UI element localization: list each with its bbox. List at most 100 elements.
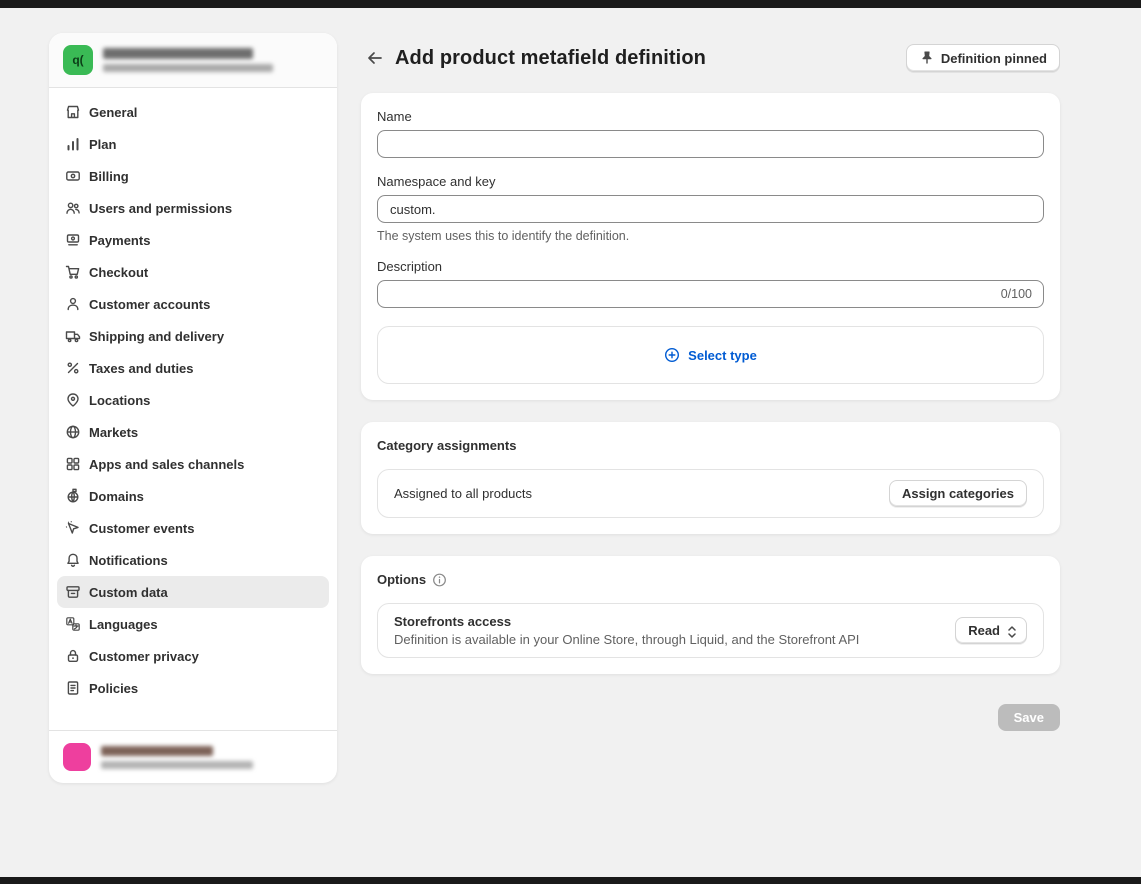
page-title: Add product metafield definition bbox=[395, 47, 706, 70]
cursor-icon bbox=[65, 520, 81, 536]
user-avatar bbox=[63, 743, 91, 771]
sidebar-item-label: Billing bbox=[89, 169, 129, 184]
store-icon bbox=[65, 104, 81, 120]
sidebar-item-plan[interactable]: Plan bbox=[57, 128, 329, 160]
namespace-field-group: Namespace and key The system uses this t… bbox=[377, 174, 1044, 243]
storefronts-access-row: Storefronts access Definition is availab… bbox=[377, 603, 1044, 658]
sidebar-item-apps-and-sales-channels[interactable]: Apps and sales channels bbox=[57, 448, 329, 480]
sidebar-item-customer-privacy[interactable]: Customer privacy bbox=[57, 640, 329, 672]
name-label: Name bbox=[377, 109, 1044, 124]
sidebar-item-checkout[interactable]: Checkout bbox=[57, 256, 329, 288]
category-assignments-heading: Category assignments bbox=[377, 438, 516, 453]
settings-sidebar: q( General Plan Billing Users and permis… bbox=[49, 33, 337, 783]
database-icon bbox=[65, 584, 81, 600]
sidebar-item-domains[interactable]: Domains bbox=[57, 480, 329, 512]
chart-bars-icon bbox=[65, 136, 81, 152]
sidebar-item-languages[interactable]: Languages bbox=[57, 608, 329, 640]
sidebar-item-markets[interactable]: Markets bbox=[57, 416, 329, 448]
store-header[interactable]: q( bbox=[49, 33, 337, 88]
page-header: Add product metafield definition Definit… bbox=[361, 40, 1060, 76]
namespace-label: Namespace and key bbox=[377, 174, 1044, 189]
banknote-icon bbox=[65, 168, 81, 184]
store-identity-redacted bbox=[103, 48, 273, 72]
sidebar-item-label: Policies bbox=[89, 681, 138, 696]
updown-chevron-icon bbox=[1006, 624, 1018, 638]
save-button[interactable]: Save bbox=[998, 704, 1060, 731]
lock-icon bbox=[65, 648, 81, 664]
sidebar-item-shipping-and-delivery[interactable]: Shipping and delivery bbox=[57, 320, 329, 352]
main-content: Add product metafield definition Definit… bbox=[361, 40, 1060, 731]
definition-form-card: Name Namespace and key The system uses t… bbox=[361, 93, 1060, 400]
document-icon bbox=[65, 680, 81, 696]
translate-icon bbox=[65, 616, 81, 632]
assign-categories-button[interactable]: Assign categories bbox=[889, 480, 1027, 507]
sidebar-item-custom-data[interactable]: Custom data bbox=[57, 576, 329, 608]
info-icon[interactable] bbox=[432, 572, 447, 587]
user-footer[interactable] bbox=[49, 730, 337, 783]
save-row: Save bbox=[361, 704, 1060, 731]
sidebar-item-general[interactable]: General bbox=[57, 96, 329, 128]
sidebar-item-label: Apps and sales channels bbox=[89, 457, 244, 472]
user-identity-redacted bbox=[101, 746, 253, 769]
plus-circle-icon bbox=[664, 347, 681, 364]
sidebar-item-payments[interactable]: Payments bbox=[57, 224, 329, 256]
back-arrow-icon bbox=[365, 48, 385, 68]
domain-globe-icon bbox=[65, 488, 81, 504]
sidebar-item-customer-events[interactable]: Customer events bbox=[57, 512, 329, 544]
globe-icon bbox=[65, 424, 81, 440]
back-button[interactable] bbox=[361, 44, 389, 72]
sidebar-item-label: Users and permissions bbox=[89, 201, 232, 216]
sidebar-item-taxes-and-duties[interactable]: Taxes and duties bbox=[57, 352, 329, 384]
pin-icon bbox=[919, 50, 935, 66]
storefront-access-value: Read bbox=[968, 623, 1000, 638]
namespace-help-text: The system uses this to identify the def… bbox=[377, 229, 1044, 243]
storefronts-access-title: Storefronts access bbox=[394, 614, 943, 629]
select-type-label: Select type bbox=[688, 348, 757, 363]
storefronts-access-description: Definition is available in your Online S… bbox=[394, 632, 943, 647]
store-url-redacted bbox=[103, 64, 273, 72]
sidebar-item-locations[interactable]: Locations bbox=[57, 384, 329, 416]
name-field-group: Name bbox=[377, 109, 1044, 158]
sidebar-item-label: Customer privacy bbox=[89, 649, 199, 664]
truck-icon bbox=[65, 328, 81, 344]
name-input[interactable] bbox=[377, 130, 1044, 158]
sidebar-item-billing[interactable]: Billing bbox=[57, 160, 329, 192]
namespace-input[interactable] bbox=[377, 195, 1044, 223]
definition-pinned-button[interactable]: Definition pinned bbox=[906, 44, 1060, 72]
select-type-button[interactable]: Select type bbox=[377, 326, 1044, 384]
cash-icon bbox=[65, 232, 81, 248]
users-icon bbox=[65, 200, 81, 216]
store-name-redacted bbox=[103, 48, 253, 59]
sidebar-item-label: Languages bbox=[89, 617, 158, 632]
assigned-to-text: Assigned to all products bbox=[394, 486, 877, 501]
person-icon bbox=[65, 296, 81, 312]
description-field-group: Description 0/100 bbox=[377, 259, 1044, 308]
sidebar-item-label: Locations bbox=[89, 393, 150, 408]
description-label: Description bbox=[377, 259, 1044, 274]
sidebar-item-label: Payments bbox=[89, 233, 150, 248]
percent-icon bbox=[65, 360, 81, 376]
definition-pinned-label: Definition pinned bbox=[941, 51, 1047, 66]
sidebar-item-label: Markets bbox=[89, 425, 138, 440]
description-input[interactable] bbox=[377, 280, 1044, 308]
bell-icon bbox=[65, 552, 81, 568]
sidebar-item-notifications[interactable]: Notifications bbox=[57, 544, 329, 576]
category-assignments-card: Category assignments Assigned to all pro… bbox=[361, 422, 1060, 534]
sidebar-item-customer-accounts[interactable]: Customer accounts bbox=[57, 288, 329, 320]
browser-chrome-top bbox=[0, 0, 1141, 8]
store-avatar: q( bbox=[63, 45, 93, 75]
sidebar-item-policies[interactable]: Policies bbox=[57, 672, 329, 704]
browser-chrome-bottom bbox=[0, 877, 1141, 884]
storefront-access-select[interactable]: Read bbox=[955, 617, 1027, 644]
sidebar-item-label: General bbox=[89, 105, 137, 120]
sidebar-item-label: Customer events bbox=[89, 521, 194, 536]
sidebar-item-label: Shipping and delivery bbox=[89, 329, 224, 344]
sidebar-item-users-and-permissions[interactable]: Users and permissions bbox=[57, 192, 329, 224]
sidebar-item-label: Customer accounts bbox=[89, 297, 210, 312]
sidebar-item-label: Plan bbox=[89, 137, 116, 152]
grid-icon bbox=[65, 456, 81, 472]
cart-icon bbox=[65, 264, 81, 280]
map-pin-icon bbox=[65, 392, 81, 408]
options-heading: Options bbox=[377, 572, 426, 587]
sidebar-item-label: Checkout bbox=[89, 265, 148, 280]
